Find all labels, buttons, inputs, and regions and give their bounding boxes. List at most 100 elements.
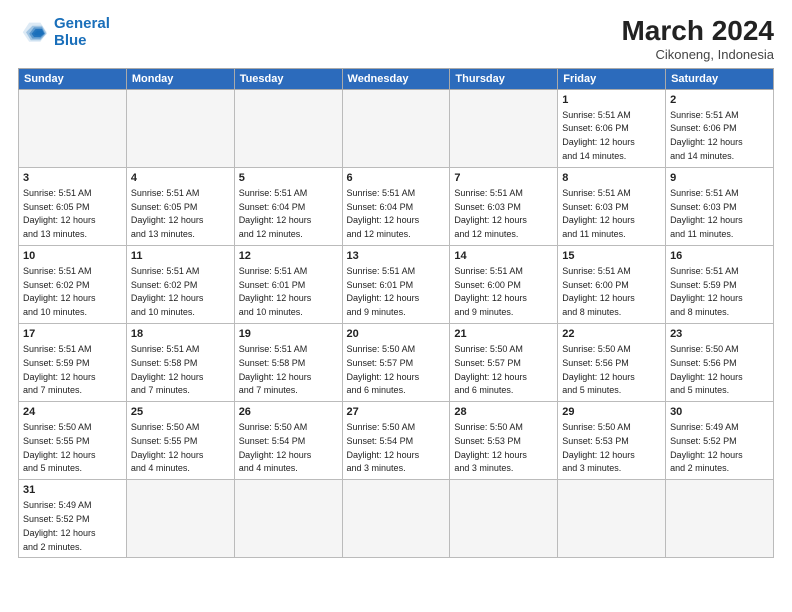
day-info: Sunrise: 5:51 AMSunset: 6:03 PMDaylight:… <box>670 188 743 239</box>
logo-blue: Blue <box>54 32 87 49</box>
calendar-cell-3-5: 22 Sunrise: 5:50 AMSunset: 5:56 PMDayligh… <box>558 324 666 402</box>
day-info: Sunrise: 5:50 AMSunset: 5:53 PMDaylight:… <box>454 422 527 473</box>
day-info: Sunrise: 5:51 AMSunset: 6:04 PMDaylight:… <box>347 188 420 239</box>
day-number: 24 <box>23 405 122 420</box>
calendar-cell-0-3 <box>342 89 450 167</box>
calendar-cell-2-5: 15 Sunrise: 5:51 AMSunset: 6:00 PMDayligh… <box>558 245 666 323</box>
weekday-saturday: Saturday <box>666 68 774 89</box>
calendar-cell-2-0: 10 Sunrise: 5:51 AMSunset: 6:02 PMDayligh… <box>19 245 127 323</box>
calendar-cell-5-1 <box>126 480 234 558</box>
calendar-cell-2-6: 16 Sunrise: 5:51 AMSunset: 5:59 PMDayligh… <box>666 245 774 323</box>
calendar-cell-2-1: 11 Sunrise: 5:51 AMSunset: 6:02 PMDayligh… <box>126 245 234 323</box>
calendar-cell-3-2: 19 Sunrise: 5:51 AMSunset: 5:58 PMDayligh… <box>234 324 342 402</box>
day-info: Sunrise: 5:50 AMSunset: 5:55 PMDaylight:… <box>131 422 204 473</box>
day-info: Sunrise: 5:50 AMSunset: 5:56 PMDaylight:… <box>670 344 743 395</box>
day-number: 30 <box>670 405 769 420</box>
day-number: 22 <box>562 327 661 342</box>
day-number: 9 <box>670 171 769 186</box>
calendar-week-3: 17Sunrise: 5:51 AMSunset: 5:59 PMDayligh… <box>19 324 774 402</box>
day-number: 14 <box>454 249 553 264</box>
day-info: Sunrise: 5:50 AMSunset: 5:56 PMDaylight:… <box>562 344 635 395</box>
day-number: 3 <box>23 171 122 186</box>
day-info: Sunrise: 5:51 AMSunset: 6:01 PMDaylight:… <box>347 266 420 317</box>
weekday-wednesday: Wednesday <box>342 68 450 89</box>
day-number: 10 <box>23 249 122 264</box>
day-number: 19 <box>239 327 338 342</box>
calendar-cell-1-6: 9 Sunrise: 5:51 AMSunset: 6:03 PMDaylight… <box>666 167 774 245</box>
title-block: March 2024 Cikoneng, Indonesia <box>621 16 774 62</box>
calendar-cell-1-3: 6Sunrise: 5:51 AMSunset: 6:04 PMDaylight… <box>342 167 450 245</box>
weekday-friday: Friday <box>558 68 666 89</box>
day-info: Sunrise: 5:51 AMSunset: 5:58 PMDaylight:… <box>131 344 204 395</box>
calendar-cell-1-1: 4 Sunrise: 5:51 AMSunset: 6:05 PMDaylight… <box>126 167 234 245</box>
day-number: 23 <box>670 327 769 342</box>
day-number: 15 <box>562 249 661 264</box>
calendar-table: SundayMondayTuesdayWednesdayThursdayFrid… <box>18 68 774 559</box>
day-number: 21 <box>454 327 553 342</box>
day-number: 13 <box>347 249 446 264</box>
calendar-cell-4-0: 24Sunrise: 5:50 AMSunset: 5:55 PMDayligh… <box>19 402 127 480</box>
day-info: Sunrise: 5:51 AMSunset: 6:02 PMDaylight:… <box>23 266 96 317</box>
day-info: Sunrise: 5:51 AMSunset: 5:58 PMDaylight:… <box>239 344 312 395</box>
calendar-week-0: 1 Sunrise: 5:51 AMSunset: 6:06 PMDaylight… <box>19 89 774 167</box>
calendar-week-5: 31Sunrise: 5:49 AMSunset: 5:52 PMDayligh… <box>19 480 774 558</box>
day-info: Sunrise: 5:50 AMSunset: 5:54 PMDaylight:… <box>239 422 312 473</box>
calendar-cell-3-4: 21 Sunrise: 5:50 AMSunset: 5:57 PMDayligh… <box>450 324 558 402</box>
day-info: Sunrise: 5:50 AMSunset: 5:53 PMDaylight:… <box>562 422 635 473</box>
day-info: Sunrise: 5:51 AMSunset: 5:59 PMDaylight:… <box>23 344 96 395</box>
day-info: Sunrise: 5:51 AMSunset: 5:59 PMDaylight:… <box>670 266 743 317</box>
calendar-cell-2-2: 12Sunrise: 5:51 AMSunset: 6:01 PMDayligh… <box>234 245 342 323</box>
day-number: 16 <box>670 249 769 264</box>
day-info: Sunrise: 5:49 AMSunset: 5:52 PMDaylight:… <box>23 500 96 551</box>
day-info: Sunrise: 5:51 AMSunset: 6:03 PMDaylight:… <box>562 188 635 239</box>
calendar-cell-4-6: 30 Sunrise: 5:49 AMSunset: 5:52 PMDayligh… <box>666 402 774 480</box>
day-number: 5 <box>239 171 338 186</box>
logo-text: General Blue <box>54 16 110 49</box>
calendar-cell-4-3: 27Sunrise: 5:50 AMSunset: 5:54 PMDayligh… <box>342 402 450 480</box>
calendar-cell-5-3 <box>342 480 450 558</box>
day-info: Sunrise: 5:51 AMSunset: 6:00 PMDaylight:… <box>562 266 635 317</box>
day-number: 25 <box>131 405 230 420</box>
day-number: 29 <box>562 405 661 420</box>
calendar-cell-5-5 <box>558 480 666 558</box>
calendar-cell-0-4 <box>450 89 558 167</box>
calendar-cell-2-3: 13 Sunrise: 5:51 AMSunset: 6:01 PMDayligh… <box>342 245 450 323</box>
weekday-sunday: Sunday <box>19 68 127 89</box>
day-number: 12 <box>239 249 338 264</box>
day-info: Sunrise: 5:50 AMSunset: 5:57 PMDaylight:… <box>454 344 527 395</box>
calendar-cell-1-0: 3 Sunrise: 5:51 AMSunset: 6:05 PMDaylight… <box>19 167 127 245</box>
calendar-cell-1-5: 8Sunrise: 5:51 AMSunset: 6:03 PMDaylight… <box>558 167 666 245</box>
calendar-cell-5-0: 31Sunrise: 5:49 AMSunset: 5:52 PMDayligh… <box>19 480 127 558</box>
day-info: Sunrise: 5:51 AMSunset: 6:02 PMDaylight:… <box>131 266 204 317</box>
calendar-week-2: 10 Sunrise: 5:51 AMSunset: 6:02 PMDayligh… <box>19 245 774 323</box>
weekday-tuesday: Tuesday <box>234 68 342 89</box>
day-number: 7 <box>454 171 553 186</box>
day-number: 26 <box>239 405 338 420</box>
logo: General Blue <box>18 16 110 49</box>
calendar-cell-1-4: 7Sunrise: 5:51 AMSunset: 6:03 PMDaylight… <box>450 167 558 245</box>
calendar-cell-0-2 <box>234 89 342 167</box>
logo-general: General <box>54 15 110 32</box>
calendar-cell-5-4 <box>450 480 558 558</box>
calendar-week-4: 24 Sunrise: 5:50 AMSunset: 5:55 PMDayligh… <box>19 402 774 480</box>
weekday-header-row: SundayMondayTuesdayWednesdayThursdayFrid… <box>19 68 774 89</box>
day-number: 20 <box>347 327 446 342</box>
calendar-cell-4-4: 28Sunrise: 5:50 AMSunset: 5:53 PMDayligh… <box>450 402 558 480</box>
day-info: Sunrise: 5:51 AMSunset: 6:05 PMDaylight:… <box>23 188 96 239</box>
day-number: 18 <box>131 327 230 342</box>
calendar-week-1: 3 Sunrise: 5:51 AMSunset: 6:05 PMDaylight… <box>19 167 774 245</box>
calendar-cell-3-0: 17Sunrise: 5:51 AMSunset: 5:59 PMDayligh… <box>19 324 127 402</box>
day-number: 1 <box>562 93 661 108</box>
day-info: Sunrise: 5:51 AMSunset: 6:06 PMDaylight:… <box>670 110 743 161</box>
day-info: Sunrise: 5:49 AMSunset: 5:52 PMDaylight:… <box>670 422 743 473</box>
calendar-cell-1-2: 5Sunrise: 5:51 AMSunset: 6:04 PMDaylight… <box>234 167 342 245</box>
day-info: Sunrise: 5:51 AMSunset: 6:05 PMDaylight:… <box>131 188 204 239</box>
calendar-cell-0-5: 1Sunrise: 5:51 AMSunset: 6:06 PMDaylight… <box>558 89 666 167</box>
month-title: March 2024 <box>621 16 774 47</box>
calendar-cell-3-1: 18 Sunrise: 5:51 AMSunset: 5:58 PMDayligh… <box>126 324 234 402</box>
day-number: 11 <box>131 249 230 264</box>
day-info: Sunrise: 5:51 AMSunset: 6:00 PMDaylight:… <box>454 266 527 317</box>
day-number: 4 <box>131 171 230 186</box>
weekday-monday: Monday <box>126 68 234 89</box>
subtitle: Cikoneng, Indonesia <box>621 47 774 62</box>
